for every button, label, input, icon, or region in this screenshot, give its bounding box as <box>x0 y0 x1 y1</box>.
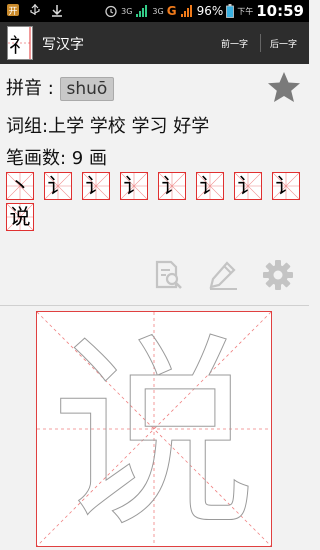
stroke-char: 丶 <box>9 174 31 198</box>
svg-text:开: 开 <box>8 6 17 17</box>
signal-orange-icon <box>180 5 192 17</box>
pinyin-row: 拼音 : shuō <box>6 74 115 101</box>
pinyin-label: 拼音 : <box>6 78 54 99</box>
app-title: 写汉字 <box>42 37 84 53</box>
section-divider <box>0 305 309 306</box>
stroke-cell[interactable]: 讠 <box>82 172 110 200</box>
status-bar: 开 3G 3G G 96% 下午 10:59 <box>0 0 309 22</box>
battery-percent: 96% <box>196 4 224 18</box>
canvas-character: 说 <box>51 317 257 547</box>
doc-search-icon[interactable] <box>152 259 184 291</box>
download-icon <box>52 5 62 17</box>
stroke-cell[interactable]: 讠 <box>196 172 224 200</box>
stroke-char: 讠 <box>275 174 297 198</box>
network-3g-label-a: 3G <box>121 6 133 16</box>
clock: 10:59 <box>256 2 304 20</box>
action-bar: 礻 写汉字 前一字 后一字 <box>0 22 309 64</box>
time-prefix: 下午 <box>237 6 254 16</box>
previous-character-button[interactable]: 前一字 <box>221 37 248 50</box>
stroke-cell[interactable]: 讠 <box>158 172 186 200</box>
stroke-char: 讠 <box>161 174 183 198</box>
stroke-char: 讠 <box>47 174 69 198</box>
stroke-cell[interactable]: 讠 <box>120 172 148 200</box>
stroke-char: 讠 <box>123 174 145 198</box>
words-list: 上学 学校 学习 好学 <box>48 116 210 137</box>
action-divider <box>260 34 261 52</box>
stroke-cell[interactable]: 讠 <box>272 172 300 200</box>
stroke-char: 说 <box>9 205 31 229</box>
network-3g-label-b: 3G <box>152 6 164 16</box>
notification-app-icon: 开 <box>7 4 19 17</box>
stroke-cell[interactable]: 说 <box>6 203 34 231</box>
app-logo[interactable]: 礻 <box>7 26 33 60</box>
pencil-icon[interactable] <box>207 259 239 291</box>
app-icon-char: 礻 <box>9 33 29 57</box>
stroke-char: 讠 <box>199 174 221 198</box>
stroke-count: 笔画数: 9 画 <box>6 148 107 169</box>
stroke-cell[interactable]: 讠 <box>44 172 72 200</box>
carrier-label: G <box>166 4 177 18</box>
stroke-cell[interactable]: 丶 <box>6 172 34 200</box>
battery-icon <box>226 4 235 18</box>
stroke-char: 讠 <box>237 174 259 198</box>
writing-canvas[interactable]: 说 <box>36 311 272 547</box>
signal-icon <box>136 5 148 17</box>
words-row: 词组:上学 学校 学习 好学 <box>6 112 209 138</box>
usb-icon <box>30 4 40 15</box>
alarm-icon <box>105 5 117 18</box>
stroke-cell[interactable]: 讠 <box>234 172 262 200</box>
words-label: 词组: <box>6 116 49 137</box>
next-character-button[interactable]: 后一字 <box>270 37 297 50</box>
gear-icon[interactable] <box>262 259 294 291</box>
pinyin-button[interactable]: shuō <box>59 77 115 101</box>
outline-character: 说 <box>52 317 257 546</box>
favorite-star-icon[interactable] <box>267 70 301 104</box>
stroke-char: 讠 <box>85 174 107 198</box>
